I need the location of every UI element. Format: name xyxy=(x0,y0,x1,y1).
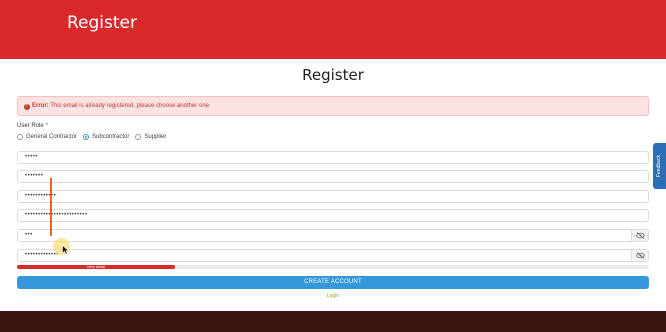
radio-button[interactable] xyxy=(17,133,23,140)
role-option-general-contractor[interactable]: General Contractor xyxy=(17,133,78,140)
confirm-password-field[interactable]: ••••••••••••• xyxy=(17,249,649,262)
alert-label: Error: xyxy=(32,103,49,109)
error-circle-icon: ! xyxy=(24,104,30,110)
radio-button[interactable] xyxy=(135,133,142,140)
page-title: Register xyxy=(302,66,364,84)
user-role-label: User Role * xyxy=(17,123,48,129)
alert-message: This email is already registered, please… xyxy=(48,103,211,109)
feedback-label: Feedback xyxy=(656,155,662,177)
password-field[interactable]: ••• xyxy=(17,229,649,242)
input-value: ••• xyxy=(25,232,33,238)
feedback-tab[interactable]: Feedback xyxy=(653,143,666,189)
mouse-pointer-icon xyxy=(62,245,69,255)
eye-slash-icon xyxy=(635,252,645,259)
header-title: Register xyxy=(67,13,137,33)
role-option-subcontractor[interactable]: Subcontractor xyxy=(83,133,130,140)
input-value: ••••• xyxy=(25,154,39,160)
login-link[interactable]: Login xyxy=(0,293,666,299)
top-header-bar: Register xyxy=(0,0,666,59)
role-option-supplier[interactable]: Supplier xyxy=(135,133,167,140)
drag-indicator-line xyxy=(50,178,52,236)
required-mark: * xyxy=(45,123,49,129)
password-strength-label: Very weak xyxy=(86,264,106,269)
confirm-password-visibility-toggle[interactable] xyxy=(631,250,648,261)
error-alert: ! Error: This email is already registered… xyxy=(17,96,649,116)
footer-band xyxy=(0,311,666,332)
password-visibility-toggle[interactable] xyxy=(631,230,648,241)
radio-button-selected[interactable] xyxy=(83,133,90,140)
third-input-field[interactable]: •••••••••••• xyxy=(17,190,649,203)
input-value: •••••••••••••••••••••••• xyxy=(25,212,88,218)
user-role-label-text: User Role xyxy=(17,123,44,129)
user-role-radio-group: General Contractor Subcontractor Supplie… xyxy=(17,132,172,141)
second-input-field[interactable]: ••••••• xyxy=(17,170,649,183)
input-value: ••••••••••••• xyxy=(25,252,59,258)
eye-slash-icon xyxy=(635,232,645,239)
role-option-label: General Contractor xyxy=(26,133,78,140)
password-strength-meter: Very weak xyxy=(17,264,649,269)
fourth-input-field[interactable]: •••••••••••••••••••••••• xyxy=(17,209,649,222)
first-input-field[interactable]: ••••• xyxy=(17,151,649,164)
role-option-label: Subcontractor xyxy=(92,133,130,140)
role-option-label: Supplier xyxy=(144,133,167,140)
password-strength-fill: Very weak xyxy=(17,264,175,269)
input-value: ••••••• xyxy=(25,173,44,179)
create-account-button[interactable]: CREATE ACCOUNT xyxy=(17,276,649,289)
